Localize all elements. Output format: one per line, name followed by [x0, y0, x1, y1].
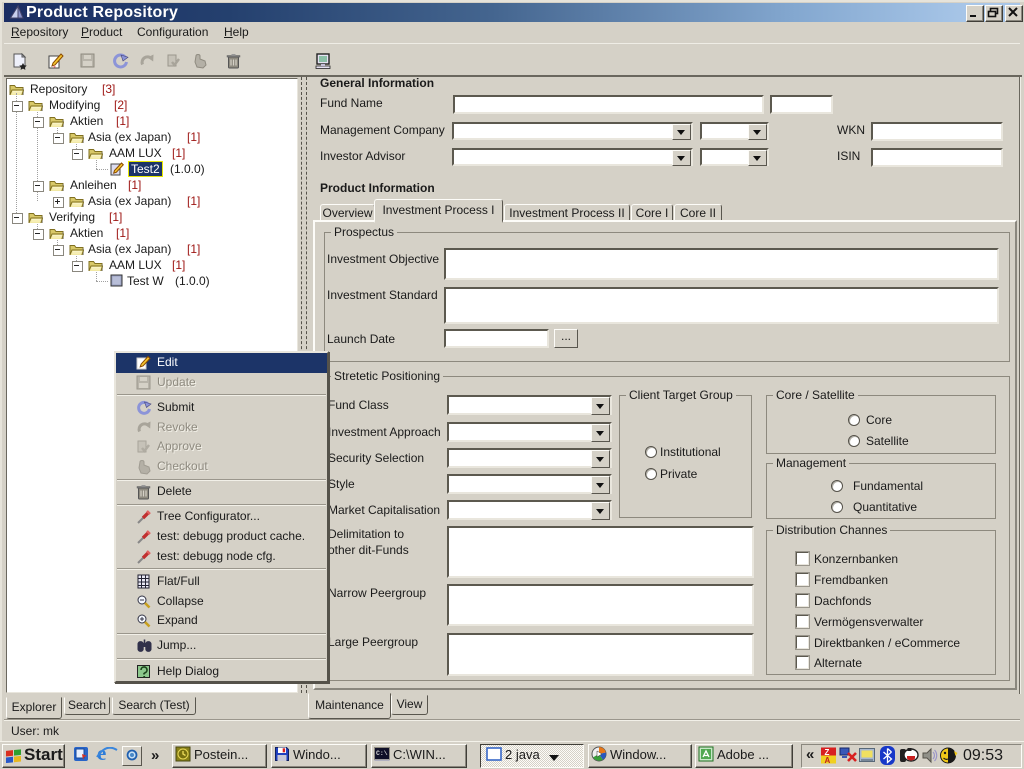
svg-text:A: A	[825, 756, 831, 764]
svg-text:C:\: C:\	[376, 750, 388, 757]
